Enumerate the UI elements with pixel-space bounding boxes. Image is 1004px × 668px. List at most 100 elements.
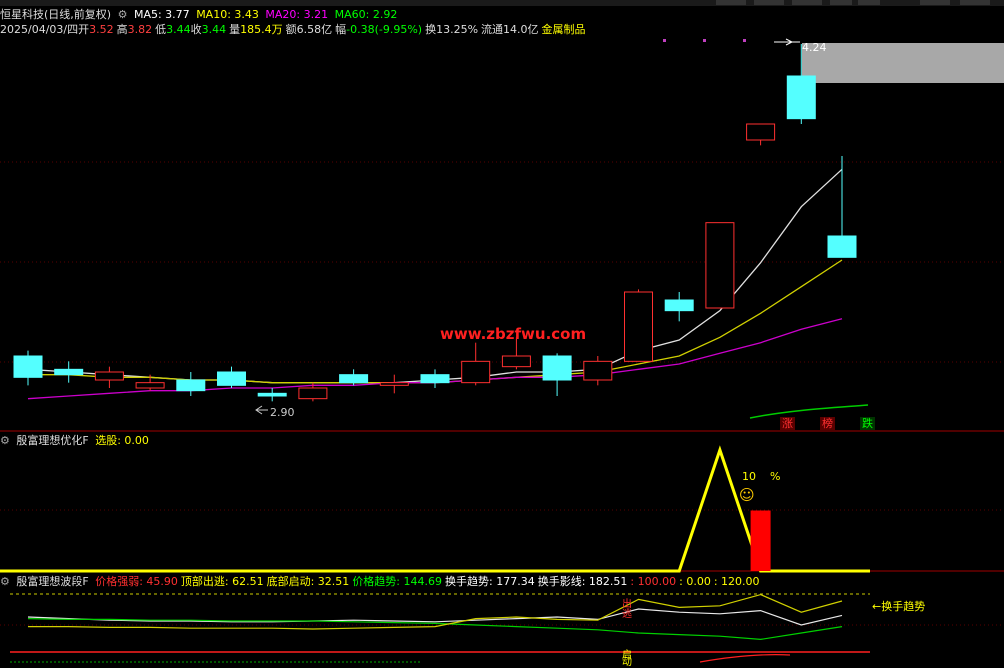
candle-body [54, 368, 84, 376]
candle-body [501, 355, 531, 368]
smiley-icon: ☺ [739, 486, 755, 504]
candle[interactable] [13, 350, 43, 386]
indicator2-header: ⚙ 殷富理想波段F 价格强弱: 45.90 顶部出逃: 62.51 底部启动: 32… [0, 575, 763, 588]
indicator2-value-8: : 120.00 [713, 575, 760, 588]
badge-down[interactable]: 跌 [860, 417, 875, 430]
badge-up[interactable]: 涨 [780, 417, 795, 430]
high-value: 3.82 [127, 23, 153, 36]
price-info-box [802, 43, 1004, 83]
float-value: 14.0亿 [503, 23, 539, 36]
candle[interactable] [624, 289, 653, 362]
candle[interactable] [257, 388, 287, 402]
candle-body [420, 374, 450, 384]
candle[interactable] [827, 156, 857, 258]
signal-top-label: 出逃 [622, 599, 632, 620]
candle[interactable] [176, 372, 206, 396]
candle-body [379, 382, 409, 386]
candle-body [664, 299, 694, 312]
indicator1-percent-value: 10 [742, 470, 756, 483]
indicator1-line [0, 445, 870, 573]
candle[interactable] [705, 222, 735, 309]
candle-body [94, 371, 124, 381]
close-label: 收 [190, 23, 202, 36]
candlestick-series [13, 44, 857, 402]
chart-canvas[interactable]: 4.24 2.90 www.zbzfwu.com [0, 0, 1004, 666]
sector-label[interactable]: 金属制品 [542, 23, 586, 36]
indicator2-value-3: 价格趋势: 144.69 [352, 575, 443, 588]
candle[interactable] [542, 353, 572, 396]
indicator2-value-5: 换手影线: 182.51 [537, 575, 628, 588]
low-price-label: 2.90 [270, 406, 295, 419]
candle-body [827, 235, 857, 258]
indicator1-gear-icon[interactable]: ⚙ [0, 434, 10, 447]
ma10-label: MA10: 3.43 [196, 8, 259, 21]
candle-body [786, 75, 816, 120]
toolbar-tab-7[interactable] [960, 0, 990, 5]
toolbar-tab-6[interactable] [920, 0, 950, 5]
candle[interactable] [461, 342, 491, 386]
volume-value: 185.4万 [240, 23, 283, 36]
quote-date: 2025/04/03/四 [0, 23, 79, 36]
low-value: 3.44 [166, 23, 191, 36]
candle-body [461, 360, 491, 384]
turnover-value: 13.25% [436, 23, 479, 36]
high-price-mark: 4.24 [774, 38, 827, 54]
candle-body [705, 222, 735, 309]
toolbar-tab-5[interactable] [858, 0, 880, 5]
indicator1-title[interactable]: 殷富理想优化F [16, 434, 88, 447]
indicator2-title[interactable]: 殷富理想波段F [16, 575, 88, 588]
candle[interactable] [339, 369, 369, 386]
candle[interactable] [94, 366, 124, 388]
candle[interactable] [54, 361, 84, 383]
toolbar-tab-4[interactable] [830, 0, 852, 5]
ma5-label: MA5: 3.77 [133, 8, 190, 21]
float-label: 流通 [481, 23, 504, 36]
open-value: 3.52 [89, 23, 114, 36]
indicator2-value-1: 顶部出逃: 62.51 [180, 575, 264, 588]
ma60-fragment [749, 404, 869, 419]
indicator2-arrow-label: ←换手趋势 [872, 600, 926, 613]
stock-chart-window: 4.24 2.90 www.zbzfwu.com 恒星科技(日线,前复权) ⚙ … [0, 0, 1004, 668]
indicator2-value-7: : 0.00 [679, 575, 711, 588]
indicator2-value-0: 价格强弱: 45.90 [95, 575, 178, 588]
toolbar-tab-1[interactable] [716, 0, 746, 5]
candle-body [583, 360, 613, 381]
candle-body [624, 291, 653, 362]
low-label: 低 [155, 23, 167, 36]
change-value: -0.38(-9.95%) [346, 23, 423, 36]
amount-label: 额 [285, 23, 297, 36]
candle[interactable] [664, 292, 694, 322]
candle-body [339, 374, 369, 384]
toolbar-tab-2[interactable] [754, 0, 784, 5]
volume-label: 量 [229, 23, 241, 36]
candle[interactable] [217, 366, 246, 388]
toolbar-tab-3[interactable] [792, 0, 822, 5]
high-price-label: 4.24 [802, 41, 827, 54]
indicator1-plot [0, 445, 870, 573]
candle[interactable] [379, 374, 409, 394]
candle-body [257, 392, 287, 397]
candle[interactable] [583, 356, 613, 386]
candle-body [542, 355, 572, 381]
indicator2-plot [10, 593, 870, 663]
candle-body [217, 371, 246, 386]
candle[interactable] [420, 369, 450, 388]
settings-gear-icon[interactable]: ⚙ [118, 8, 128, 21]
badge-list[interactable]: 榜 [820, 417, 835, 430]
signal-bottom-label: 启动 [622, 650, 632, 668]
low-price-mark: 2.90 [255, 405, 295, 419]
indicator1-select: 选股: 0.00 [95, 434, 149, 447]
candle-body [13, 355, 43, 378]
close-value: 3.44 [201, 23, 227, 36]
stock-title[interactable]: 恒星科技(日线,前复权) [0, 8, 111, 21]
candle[interactable] [746, 123, 776, 146]
watermark: www.zbzfwu.com [440, 325, 586, 343]
indicator2-value-4: 换手趋势: 177.34 [445, 575, 535, 588]
candle-body [298, 387, 328, 400]
candle-body [746, 123, 776, 141]
indicator2-value-2: 底部启动: 32.51 [266, 575, 350, 588]
candle-body [176, 379, 206, 392]
change-label: 幅 [335, 23, 347, 36]
indicator2-gear-icon[interactable]: ⚙ [0, 575, 10, 588]
ma60-label: MA60: 2.92 [334, 8, 398, 21]
